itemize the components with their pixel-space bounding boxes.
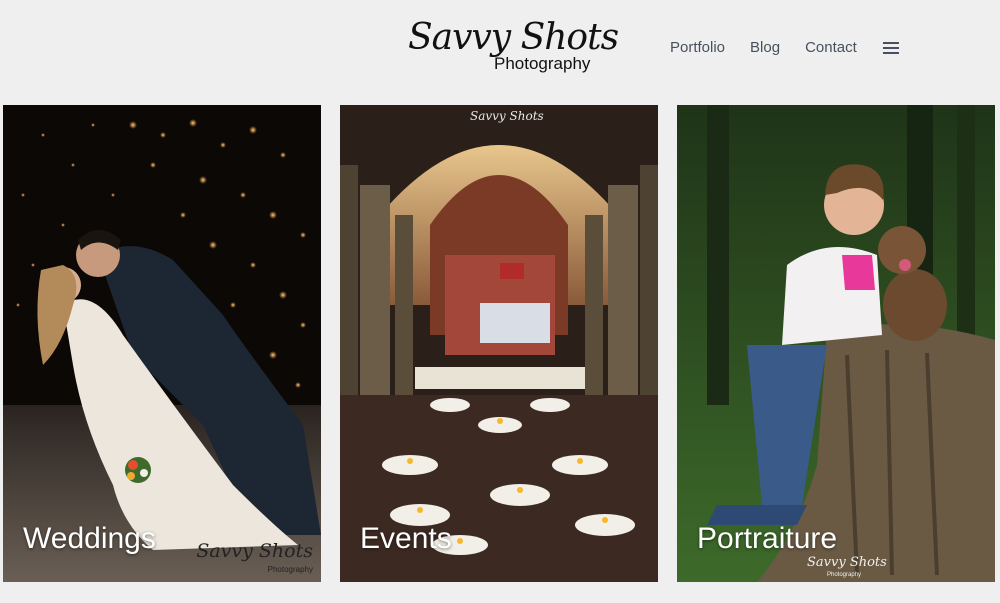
events-watermark: Savvy Shots bbox=[470, 109, 544, 123]
weddings-photo bbox=[3, 105, 321, 582]
site-header: Savvy Shots Photography Portfolio Blog C… bbox=[0, 0, 1000, 95]
weddings-watermark-sub: Photography bbox=[267, 565, 313, 574]
card-label-weddings: Weddings bbox=[23, 522, 156, 555]
gallery-card-weddings[interactable]: Savvy Shots Photography Weddings bbox=[3, 105, 321, 582]
card-label-events: Events bbox=[360, 522, 452, 555]
logo-subtitle: Photography bbox=[494, 54, 591, 73]
portraiture-photo bbox=[677, 105, 995, 582]
nav-blog-link[interactable]: Blog bbox=[750, 38, 780, 58]
gallery-card-events[interactable]: Savvy Shots Events bbox=[340, 105, 658, 582]
portraiture-watermark-sub: Photography bbox=[827, 572, 862, 578]
site-logo[interactable]: Savvy Shots Photography bbox=[408, 18, 619, 78]
main-nav: Portfolio Blog Contact bbox=[670, 38, 899, 58]
nav-contact-link[interactable]: Contact bbox=[805, 38, 857, 58]
card-label-portraiture: Portraiture bbox=[697, 522, 838, 555]
events-photo bbox=[340, 105, 658, 582]
logo-script-text: Savvy Shots bbox=[408, 17, 619, 58]
nav-portfolio-link[interactable]: Portfolio bbox=[670, 38, 725, 58]
gallery-card-portraiture[interactable]: Savvy Shots Photography Portraiture bbox=[677, 105, 995, 582]
hamburger-icon[interactable] bbox=[882, 42, 899, 54]
portraiture-watermark: Savvy Shots bbox=[807, 555, 887, 570]
weddings-watermark: Savvy Shots bbox=[196, 540, 313, 562]
